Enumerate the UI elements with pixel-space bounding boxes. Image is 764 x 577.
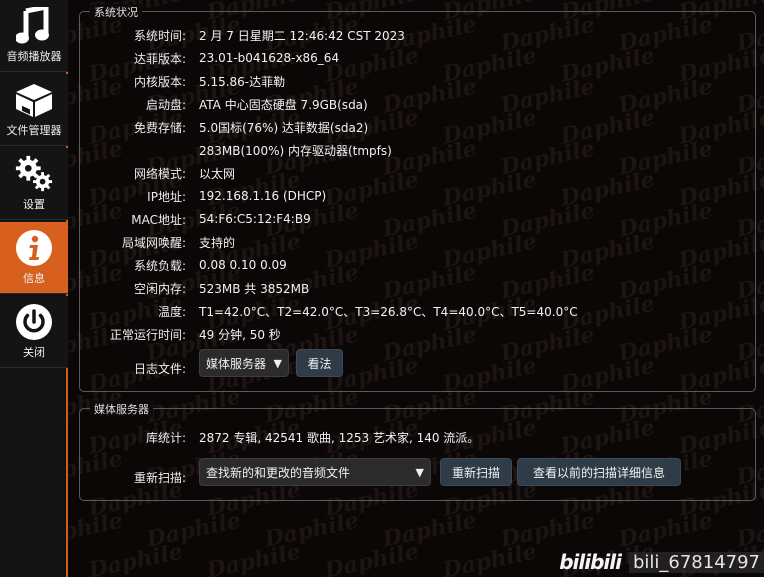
media-server-panel: 媒体服务器 库统计: 2872 专辑, 42541 歌曲, 1253 艺术家, …: [79, 401, 756, 501]
watermark-word: Daphile: [204, 538, 304, 577]
info-row-uptime: 正常运行时间: 49 分钟, 50 秒: [80, 324, 755, 344]
sidebar-item-label: 文件管理器: [6, 124, 62, 137]
info-key: 免费存储:: [133, 120, 186, 135]
watermark-word: Daphile: [440, 538, 540, 577]
system-status-panel: 系统状况 系统时间: 2 月 7 日星期二 12:46:42 CST 2023 …: [79, 4, 756, 392]
info-key: 温度:: [157, 304, 186, 319]
watermark-word: Daphile: [86, 538, 186, 577]
info-key: 网络模式:: [133, 166, 186, 181]
info-key: 内核版本:: [133, 74, 186, 89]
info-value: ATA 中心固态硬盘 7.9GB(sda): [199, 97, 368, 112]
log-file-select[interactable]: 媒体服务器 ▼: [199, 349, 289, 377]
rescan-label: 重新扫描:: [133, 470, 186, 485]
info-row-ip: IP地址: 192.168.1.16 (DHCP): [80, 186, 755, 206]
info-row-network-mode: 网络模式: 以太网: [80, 163, 755, 183]
power-icon: [14, 302, 54, 342]
info-value: 283MB(100%) 内存驱动器(tmpfs): [199, 143, 392, 158]
info-value: 49 分钟, 50 秒: [199, 327, 281, 342]
info-row-mac: MAC地址: 54:F6:C5:12:F4:B9: [80, 209, 755, 229]
info-key: 系统时间:: [133, 28, 186, 43]
info-value: 192.168.1.16 (DHCP): [199, 189, 327, 203]
rescan-mode-select-value: 查找新的和更改的音频文件: [206, 465, 351, 480]
info-value: 54:F6:C5:12:F4:B9: [199, 212, 311, 226]
triangle-down-icon: ▼: [273, 357, 282, 370]
info-value: T1=42.0°C、T2=42.0°C、T3=26.8°C、T4=40.0°C、…: [199, 304, 578, 319]
info-row-system-time: 系统时间: 2 月 7 日星期二 12:46:42 CST 2023: [80, 25, 755, 45]
info-key: 达菲版本:: [133, 51, 186, 66]
view-scan-details-button[interactable]: 查看以前的扫描详细信息: [517, 458, 681, 486]
info-key: IP地址:: [147, 189, 186, 204]
sidebar: 音频播放器 文件管理器 设置 信息 关闭: [0, 0, 68, 577]
rescan-mode-select[interactable]: 查找新的和更改的音频文件 ▼: [199, 458, 431, 486]
info-value: 以太网: [199, 166, 236, 181]
panel-legend: 系统状况: [90, 4, 142, 20]
bilibili-user-id: bili_67814797: [628, 551, 764, 573]
gears-icon: [14, 154, 54, 194]
sidebar-item-label: 信息: [23, 272, 45, 285]
triangle-down-icon: ▼: [415, 466, 424, 479]
log-view-button[interactable]: 看法: [296, 349, 343, 377]
info-row-boot-disk: 启动盘: ATA 中心固态硬盘 7.9GB(sda): [80, 94, 755, 114]
bilibili-watermark: bilibili bili_67814797: [559, 549, 764, 575]
info-key: 空闲内存:: [133, 281, 186, 296]
sidebar-item-label: 关闭: [23, 346, 45, 359]
log-file-label: 日志文件:: [133, 361, 186, 376]
info-value: 5.15.86-达菲勒: [199, 74, 286, 89]
info-row-kernel: 内核版本: 5.15.86-达菲勒: [80, 71, 755, 91]
info-row-load: 系统负载: 0.08 0.10 0.09: [80, 255, 755, 275]
info-value: 23.01-b041628-x86_64: [199, 51, 340, 65]
box-drawer-icon: [14, 80, 54, 120]
sidebar-item-power[interactable]: 关闭: [0, 296, 68, 368]
library-stats-value: 2872 专辑, 42541 歌曲, 1253 艺术家, 140 流派。: [199, 430, 480, 445]
watermark-word: Daphile: [322, 538, 422, 577]
info-row-version: 达菲版本: 23.01-b041628-x86_64: [80, 48, 755, 68]
library-stats-label: 库统计:: [145, 430, 186, 445]
info-key: 局域网唤醒:: [121, 235, 186, 250]
info-row-ramdisk: 283MB(100%) 内存驱动器(tmpfs): [80, 140, 755, 160]
rescan-button[interactable]: 重新扫描: [440, 458, 512, 486]
music-note-icon: [14, 6, 54, 46]
sidebar-item-info[interactable]: 信息: [0, 222, 68, 294]
info-value: 5.0国标(76%) 达菲数据(sda2): [199, 120, 369, 135]
info-icon: [14, 228, 54, 268]
info-key: MAC地址:: [131, 212, 186, 227]
bilibili-logo: bilibili: [559, 550, 622, 574]
info-key: 正常运行时间:: [109, 327, 186, 342]
info-key: 启动盘:: [145, 97, 186, 112]
info-value: 2 月 7 日星期二 12:46:42 CST 2023: [199, 28, 405, 43]
panel-legend: 媒体服务器: [90, 401, 153, 417]
info-row-free-storage: 免费存储: 5.0国标(76%) 达菲数据(sda2): [80, 117, 755, 137]
library-stats-row: 库统计: 2872 专辑, 42541 歌曲, 1253 艺术家, 140 流派…: [80, 427, 755, 447]
sidebar-item-audio-player[interactable]: 音频播放器: [0, 0, 68, 72]
info-row-wake-on-lan: 局域网唤醒: 支持的: [80, 232, 755, 252]
sidebar-item-label: 音频播放器: [6, 50, 62, 63]
sidebar-item-file-manager[interactable]: 文件管理器: [0, 74, 68, 146]
info-value: 0.08 0.10 0.09: [199, 258, 287, 272]
log-file-row: 日志文件:: [80, 354, 755, 382]
log-file-select-value: 媒体服务器: [206, 356, 267, 371]
info-row-free-memory: 空闲内存: 523MB 共 3852MB: [80, 278, 755, 298]
info-row-temperature: 温度: T1=42.0°C、T2=42.0°C、T3=26.8°C、T4=40.…: [80, 301, 755, 321]
info-value: 523MB 共 3852MB: [199, 281, 310, 296]
info-key: 系统负载:: [133, 258, 186, 273]
sidebar-item-label: 设置: [23, 198, 45, 211]
info-value: 支持的: [199, 235, 236, 250]
sidebar-item-settings[interactable]: 设置: [0, 148, 68, 220]
